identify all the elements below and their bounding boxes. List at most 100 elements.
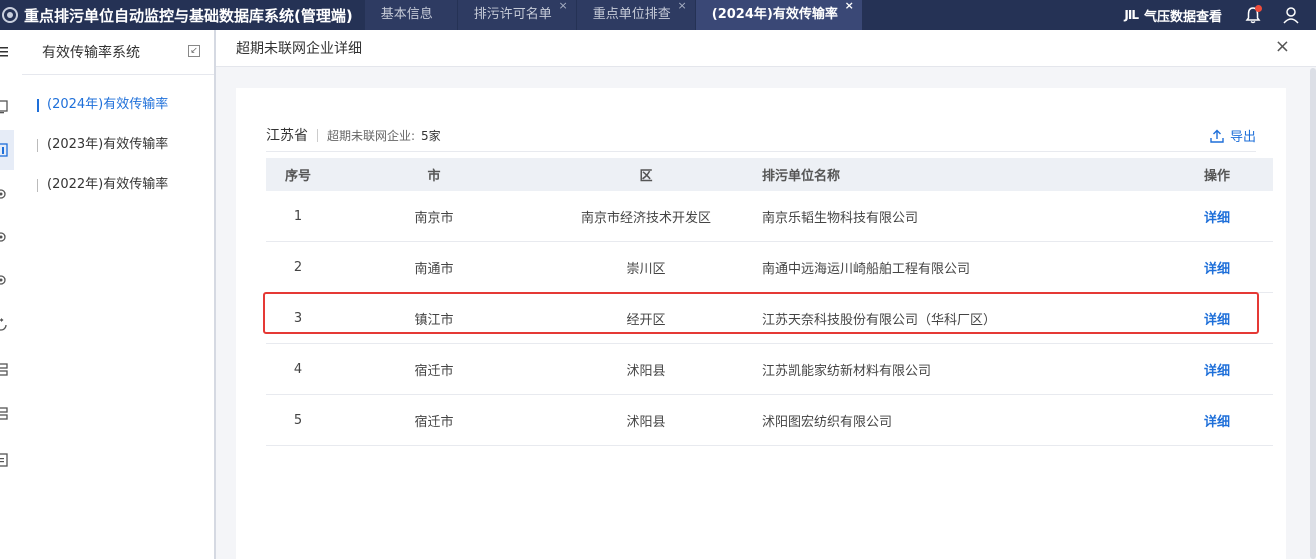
cell-city: 宿迁市 bbox=[330, 343, 538, 395]
tab-2024-transmission-rate[interactable]: (2024年)有效传输率 × bbox=[695, 0, 862, 30]
menu-item-label: (2023年)有效传输率 bbox=[47, 137, 169, 152]
upload-icon bbox=[1210, 129, 1224, 143]
summary-bar: 江苏省 超期未联网企业: 5家 导出 bbox=[266, 120, 1256, 150]
menu-item-2022-rate[interactable]: (2022年)有效传输率 bbox=[22, 165, 214, 205]
table-row: 5 宿迁市 沭阳县 沭阳图宏纺织有限公司 详细 bbox=[266, 394, 1273, 446]
notification-badge bbox=[1255, 5, 1262, 12]
cell-index: 2 bbox=[266, 241, 330, 293]
tab-basic-info[interactable]: 基本信息 bbox=[364, 0, 457, 30]
cell-unit-name: 南京乐韬生物科技有限公司 bbox=[754, 191, 1161, 242]
primary-nav bbox=[0, 30, 23, 559]
cell-unit-name: 沭阳图宏纺织有限公司 bbox=[754, 394, 1161, 446]
detail-link[interactable]: 详细 bbox=[1204, 415, 1230, 430]
close-icon[interactable]: × bbox=[678, 0, 687, 21]
province-label: 江苏省 bbox=[266, 128, 308, 144]
divider bbox=[317, 128, 318, 142]
tab-label: 排污许可名单 bbox=[473, 7, 552, 22]
cell-district: 沭阳县 bbox=[538, 394, 754, 446]
app-title: 重点排污单位自动监控与基础数据库系统(管理端) bbox=[24, 6, 353, 25]
settings-icon[interactable] bbox=[0, 187, 8, 201]
pressure-data-label: 气压数据查看 bbox=[1143, 9, 1222, 25]
detail-card: 江苏省 超期未联网企业: 5家 导出 序号 市 区 排污单位名称 操作 1 南京… bbox=[236, 88, 1286, 559]
cell-district: 沭阳县 bbox=[538, 343, 754, 395]
close-icon[interactable]: × bbox=[1275, 38, 1290, 56]
cell-district: 经开区 bbox=[538, 292, 754, 344]
database-icon[interactable] bbox=[0, 407, 8, 421]
vertical-scrollbar[interactable] bbox=[1310, 68, 1316, 559]
cell-unit-name: 南通中远海运川崎船舶工程有限公司 bbox=[754, 241, 1161, 293]
tab-label: 重点单位排查 bbox=[592, 7, 671, 22]
submenu-title: 有效传输率系统 bbox=[42, 45, 140, 61]
cell-unit-name: 江苏凯能家纺新材料有限公司 bbox=[754, 343, 1161, 395]
system-logo-icon bbox=[2, 7, 18, 23]
database-icon[interactable] bbox=[0, 363, 8, 377]
cell-unit-name: 江苏天奈科技股份有限公司（华科厂区） bbox=[754, 292, 1161, 344]
menu-item-label: (2024年)有效传输率 bbox=[47, 97, 169, 112]
collapse-menu-button[interactable]: ↙ bbox=[188, 45, 200, 57]
cell-action: 详细 bbox=[1161, 343, 1273, 395]
menu-item-label: (2022年)有效传输率 bbox=[47, 177, 169, 192]
cell-index: 1 bbox=[266, 191, 330, 242]
cell-action: 详细 bbox=[1161, 292, 1273, 344]
submenu-header: 有效传输率系统 ↙ bbox=[22, 30, 214, 75]
header-tools: JIL 气压数据查看 bbox=[1124, 0, 1316, 30]
table-row: 3 镇江市 经开区 江苏天奈科技股份有限公司（华科厂区） 详细 bbox=[266, 292, 1273, 344]
column-header-city: 市 bbox=[427, 169, 441, 184]
table-header-row: 序号 市 区 排污单位名称 操作 bbox=[266, 158, 1273, 191]
table-row: 4 宿迁市 沭阳县 江苏凯能家纺新材料有限公司 详细 bbox=[266, 343, 1273, 395]
user-icon bbox=[1283, 7, 1299, 24]
cell-index: 5 bbox=[266, 394, 330, 446]
detail-link[interactable]: 详细 bbox=[1204, 313, 1230, 328]
tab-label: (2024年)有效传输率 bbox=[711, 7, 838, 22]
divider bbox=[266, 151, 1256, 152]
export-label: 导出 bbox=[1229, 130, 1256, 145]
table-row: 1 南京市 南京市经济技术开发区 南京乐韬生物科技有限公司 详细 bbox=[266, 191, 1273, 242]
pressure-data-button[interactable]: JIL 气压数据查看 bbox=[1124, 6, 1222, 25]
close-icon[interactable]: × bbox=[845, 0, 854, 21]
column-header-district: 区 bbox=[639, 169, 653, 184]
cell-city: 南通市 bbox=[330, 241, 538, 293]
tab-permit-list[interactable]: 排污许可名单 × bbox=[457, 0, 576, 30]
secondary-menu: 有效传输率系统 ↙ (2024年)有效传输率 (2023年)有效传输率 (202… bbox=[22, 30, 216, 559]
export-button[interactable]: 导出 bbox=[1210, 126, 1256, 145]
menu-icon[interactable] bbox=[0, 45, 8, 59]
cell-index: 4 bbox=[266, 343, 330, 395]
column-header-unit-name: 排污单位名称 bbox=[762, 169, 841, 184]
collapse-icon: ↙ bbox=[190, 46, 198, 56]
cell-index: 3 bbox=[266, 292, 330, 344]
pressure-chart-icon: JIL bbox=[1124, 8, 1139, 22]
top-header: 重点排污单位自动监控与基础数据库系统(管理端) 基本信息 排污许可名单 × 重点… bbox=[0, 0, 1316, 30]
cell-action: 详细 bbox=[1161, 241, 1273, 293]
document-icon[interactable] bbox=[0, 453, 8, 467]
detail-link[interactable]: 详细 bbox=[1204, 262, 1230, 277]
panel-header: 超期未联网企业详细 × bbox=[216, 30, 1316, 67]
panel-title: 超期未联网企业详细 bbox=[236, 41, 362, 57]
settings-icon[interactable] bbox=[0, 273, 8, 287]
notification-button[interactable] bbox=[1244, 5, 1262, 24]
menu-item-2023-rate[interactable]: (2023年)有效传输率 bbox=[22, 125, 214, 165]
cell-city: 宿迁市 bbox=[330, 394, 538, 446]
enterprise-table: 序号 市 区 排污单位名称 操作 1 南京市 南京市经济技术开发区 南京乐韬生物… bbox=[266, 158, 1273, 446]
tab-label: 基本信息 bbox=[380, 7, 433, 22]
table-row: 2 南通市 崇川区 南通中远海运川崎船舶工程有限公司 详细 bbox=[266, 241, 1273, 293]
cell-city: 南京市 bbox=[330, 191, 538, 242]
detail-link[interactable]: 详细 bbox=[1204, 211, 1230, 226]
tab-bar: 基本信息 排污许可名单 × 重点单位排查 × (2024年)有效传输率 × bbox=[364, 0, 863, 30]
monitor-icon[interactable] bbox=[0, 100, 8, 114]
close-icon[interactable]: × bbox=[559, 0, 568, 21]
count-label: 超期未联网企业: bbox=[327, 128, 416, 143]
settings-icon[interactable] bbox=[0, 230, 8, 244]
cell-district: 南京市经济技术开发区 bbox=[538, 191, 754, 242]
cell-city: 镇江市 bbox=[330, 292, 538, 344]
menu-item-2024-rate[interactable]: (2024年)有效传输率 bbox=[22, 85, 214, 125]
cell-district: 崇川区 bbox=[538, 241, 754, 293]
cell-action: 详细 bbox=[1161, 394, 1273, 446]
tab-key-unit-check[interactable]: 重点单位排查 × bbox=[576, 0, 695, 30]
detail-link[interactable]: 详细 bbox=[1204, 364, 1230, 379]
report-icon[interactable] bbox=[0, 143, 8, 157]
detail-panel: 超期未联网企业详细 × 江苏省 超期未联网企业: 5家 导出 序号 市 区 排污… bbox=[216, 30, 1316, 559]
column-header-index: 序号 bbox=[284, 169, 311, 184]
cell-action: 详细 bbox=[1161, 191, 1273, 242]
user-menu-button[interactable] bbox=[1282, 6, 1300, 24]
refresh-icon[interactable] bbox=[0, 318, 8, 332]
